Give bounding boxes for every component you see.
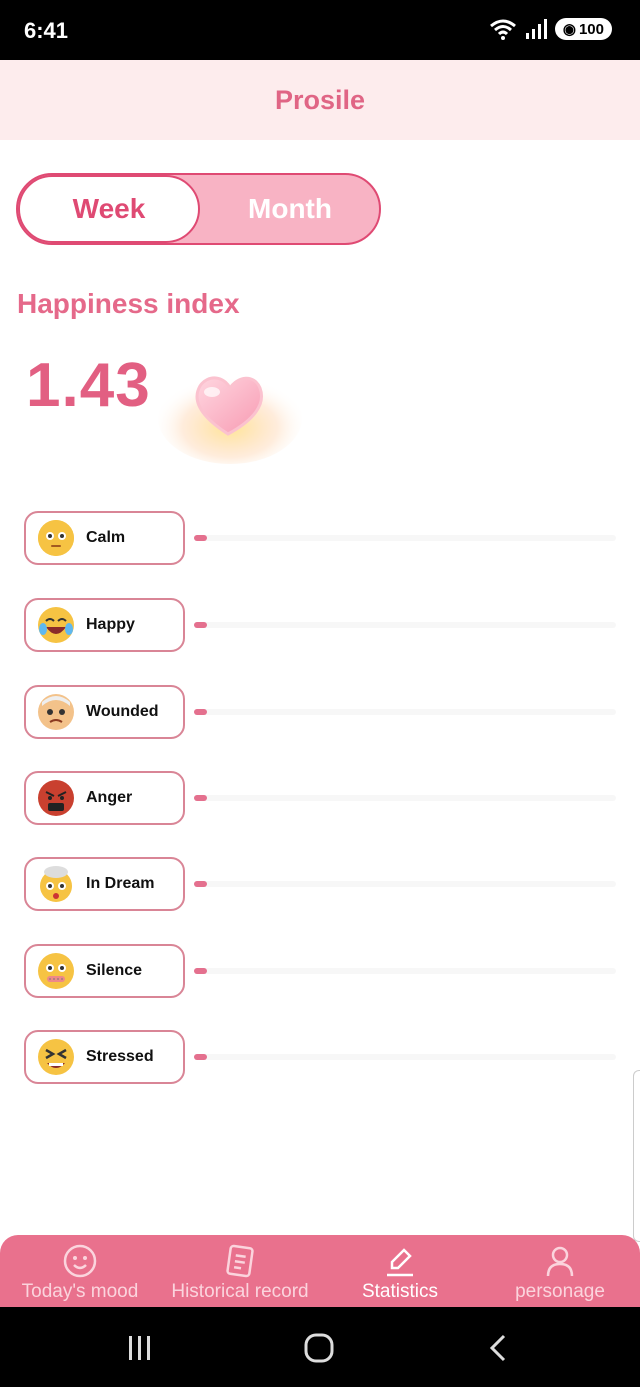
mood-row-stressed: Stressed xyxy=(24,1030,616,1084)
mood-label: Calm xyxy=(86,529,126,546)
page-title: Prosile xyxy=(274,84,366,115)
mood-bar-fill xyxy=(194,795,207,801)
back-icon xyxy=(489,1334,506,1362)
mood-bar-track xyxy=(194,795,616,801)
nav-label: Statistics xyxy=(361,1281,439,1302)
mood-bar-track xyxy=(194,968,616,974)
in-dream-emoji-icon xyxy=(38,866,74,902)
back-button[interactable] xyxy=(478,1331,518,1365)
mood-row-silence: Silence xyxy=(24,944,616,998)
recent-apps-icon xyxy=(129,1336,150,1360)
mood-pill-wounded[interactable]: Wounded xyxy=(24,685,185,739)
period-toggle: Month Week xyxy=(16,173,381,245)
mood-bar-track xyxy=(194,1054,616,1060)
status-time: 6:41 xyxy=(24,18,69,43)
mood-pill-stressed[interactable]: Stressed xyxy=(24,1030,185,1084)
mood-row-anger: Anger xyxy=(24,771,616,825)
shield-icon: ◉ xyxy=(562,21,576,38)
mood-row-calm: Calm xyxy=(24,511,616,565)
mood-label: Stressed xyxy=(86,1048,154,1065)
mood-bar-fill xyxy=(194,881,207,887)
pencil-edit-icon xyxy=(384,1245,416,1277)
mood-bar-fill xyxy=(194,622,207,628)
system-nav-bar xyxy=(0,1307,640,1387)
signal-icon xyxy=(525,19,547,39)
battery-level: 100 xyxy=(578,20,604,38)
heart-icon xyxy=(158,372,302,464)
mood-row-in-dream: In Dream xyxy=(24,857,616,911)
month-tab[interactable]: Month xyxy=(200,175,380,243)
bottom-nav: Today's mood Historical record Statistic… xyxy=(0,1235,640,1307)
week-tab[interactable]: Week xyxy=(18,175,200,243)
silence-emoji-icon xyxy=(38,953,74,989)
nav-label: Today's mood xyxy=(21,1281,139,1302)
status-icons: ◉ 100 xyxy=(489,18,612,40)
mood-pill-silence[interactable]: Silence xyxy=(24,944,185,998)
mood-bar-track xyxy=(194,881,616,887)
nav-statistics[interactable]: Statistics xyxy=(320,1235,480,1307)
mood-label: Anger xyxy=(86,789,133,806)
nav-label: Historical record xyxy=(171,1281,309,1302)
wounded-emoji-icon xyxy=(38,694,74,730)
home-icon xyxy=(304,1333,334,1363)
anger-emoji-icon xyxy=(38,780,74,816)
mood-pill-calm[interactable]: Calm xyxy=(24,511,185,565)
mood-bar-track xyxy=(194,709,616,715)
mood-pill-in-dream[interactable]: In Dream xyxy=(24,857,185,911)
mood-label: In Dream xyxy=(86,875,155,892)
mood-bar-track xyxy=(194,535,616,541)
status-bar: 6:41 ◉ 100 xyxy=(0,0,640,60)
battery-indicator: ◉ 100 xyxy=(554,18,612,40)
mood-bar-fill xyxy=(194,1054,207,1060)
mood-face-icon xyxy=(63,1244,97,1278)
stressed-emoji-icon xyxy=(38,1039,74,1075)
mood-row-happy: Happy xyxy=(24,598,616,652)
nav-label: personage xyxy=(515,1281,605,1302)
app-header: Prosile xyxy=(0,60,640,140)
calm-emoji-icon xyxy=(38,520,74,556)
mood-label: Wounded xyxy=(86,703,159,720)
happiness-index-title: Happiness index xyxy=(17,288,240,319)
happiness-index-value: 1.43 xyxy=(26,351,151,420)
mood-bar-fill xyxy=(194,968,207,974)
mood-pill-anger[interactable]: Anger xyxy=(24,771,185,825)
recent-apps-button[interactable] xyxy=(120,1331,160,1365)
wifi-icon xyxy=(489,19,516,40)
mood-label: Silence xyxy=(86,962,143,979)
nav-todays-mood[interactable]: Today's mood xyxy=(0,1235,160,1307)
nav-personage[interactable]: personage xyxy=(480,1235,640,1307)
mood-pill-happy[interactable]: Happy xyxy=(24,598,185,652)
mood-label: Happy xyxy=(86,616,135,633)
happy-emoji-icon xyxy=(38,607,74,643)
scroll-handle[interactable] xyxy=(633,1070,640,1242)
notebook-icon xyxy=(224,1244,256,1278)
mood-row-wounded: Wounded xyxy=(24,685,616,739)
mood-bar-track xyxy=(194,622,616,628)
home-button[interactable] xyxy=(299,1331,339,1365)
nav-historical-record[interactable]: Historical record xyxy=(160,1235,320,1307)
mood-bar-fill xyxy=(194,535,207,541)
mood-bar-fill xyxy=(194,709,207,715)
person-icon xyxy=(545,1245,575,1277)
